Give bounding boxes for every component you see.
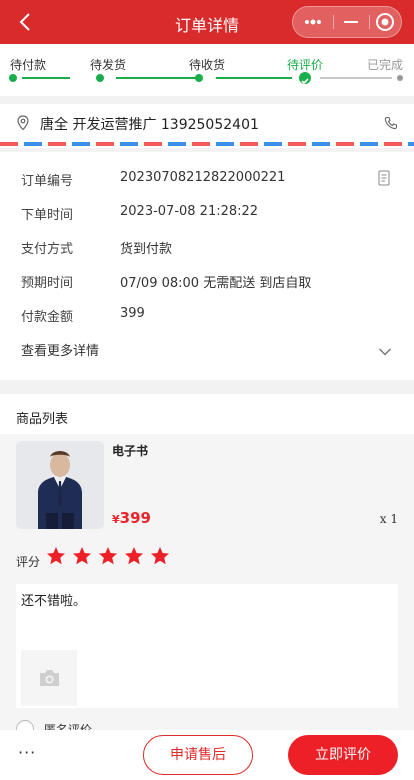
step-label: 待发货 xyxy=(90,58,127,72)
review-textarea[interactable]: 还不错啦。 xyxy=(16,584,398,708)
review-text: 还不错啦。 xyxy=(21,594,87,609)
check-icon xyxy=(299,72,311,85)
order-info-card: 订单编号 20230708212822000221 下单时间 2023-07-0… xyxy=(0,152,414,380)
step-line xyxy=(22,77,70,79)
star-icon[interactable] xyxy=(46,546,66,566)
info-key: 支付方式 xyxy=(21,242,74,257)
info-value: 货到付款 xyxy=(120,242,173,257)
step-line xyxy=(320,77,392,79)
step-label: 待付款 xyxy=(10,58,47,72)
goods-item: 电子书 ¥399 x 1 评分 还不错啦。 匿名评价 xyxy=(0,434,414,738)
product-name: 电子书 xyxy=(112,444,149,458)
star-icon[interactable] xyxy=(98,546,118,566)
star-icon[interactable] xyxy=(124,546,144,566)
product-price: ¥399 xyxy=(112,509,151,527)
step-dot xyxy=(96,74,104,82)
info-row: 支付方式 货到付款 xyxy=(0,230,414,264)
order-detail-page: 订单详情 待付款 待发货 待收货 待评价 已完成 唐全 开发运营推广 13925… xyxy=(0,0,414,780)
minimize-icon[interactable] xyxy=(333,7,369,37)
info-row: 预期时间 07/09 08:00 无需配送 到店自取 xyxy=(0,264,414,298)
currency-symbol: ¥ xyxy=(112,513,120,526)
phone-icon[interactable] xyxy=(384,115,398,130)
goods-section: 商品列表 电子书 ¥399 x 1 评分 还不错啦。 xyxy=(0,394,414,738)
nav-bar: 订单详情 xyxy=(0,0,414,44)
product-image xyxy=(16,441,104,529)
rating-label: 评分 xyxy=(16,555,41,569)
more-dots-icon[interactable] xyxy=(295,7,331,37)
chevron-down-icon[interactable] xyxy=(378,342,392,356)
step-line xyxy=(216,77,292,79)
step-dot xyxy=(9,74,17,82)
info-key: 预期时间 xyxy=(21,276,74,291)
more-details-link[interactable]: 查看更多详情 xyxy=(21,340,99,359)
target-icon[interactable] xyxy=(367,7,403,37)
info-value: 399 xyxy=(120,306,145,321)
info-row: 付款金额 399 xyxy=(0,298,414,332)
step-dot xyxy=(195,74,203,82)
info-key: 订单编号 xyxy=(21,174,74,189)
step-line xyxy=(116,77,196,79)
step-dot xyxy=(397,75,403,81)
copy-icon[interactable] xyxy=(378,170,390,186)
bottom-action-bar: ··· 申请售后 立即评价 xyxy=(0,730,414,780)
rate-now-button[interactable]: 立即评价 xyxy=(288,735,398,775)
product-quantity: x 1 xyxy=(379,512,398,526)
step-label-current: 待评价 xyxy=(287,58,324,72)
more-options-button[interactable]: ··· xyxy=(18,743,36,762)
goods-title: 商品列表 xyxy=(16,412,69,427)
star-icon[interactable] xyxy=(150,546,170,566)
upload-photo-button[interactable] xyxy=(21,650,77,706)
order-progress: 待付款 待发货 待收货 待评价 已完成 xyxy=(0,44,414,96)
info-row: 订单编号 20230708212822000221 xyxy=(0,162,414,196)
info-key: 付款金额 xyxy=(21,310,74,325)
info-row: 下单时间 2023-07-08 21:28:22 xyxy=(0,196,414,230)
address-stripe xyxy=(0,142,414,146)
location-icon xyxy=(16,115,30,131)
info-value: 07/09 08:00 无需配送 到店自取 xyxy=(120,276,312,291)
step-label: 待收货 xyxy=(189,58,226,72)
after-sale-button[interactable]: 申请售后 xyxy=(143,735,253,775)
info-key: 下单时间 xyxy=(21,208,74,223)
info-value: 20230708212822000221 xyxy=(120,170,286,185)
address-text: 唐全 开发运营推广 13925052401 xyxy=(40,117,259,133)
step-label: 已完成 xyxy=(367,58,404,72)
info-value: 2023-07-08 21:28:22 xyxy=(120,204,259,219)
price-value: 399 xyxy=(119,509,151,527)
star-icon[interactable] xyxy=(72,546,92,566)
mini-program-capsule xyxy=(292,6,402,38)
